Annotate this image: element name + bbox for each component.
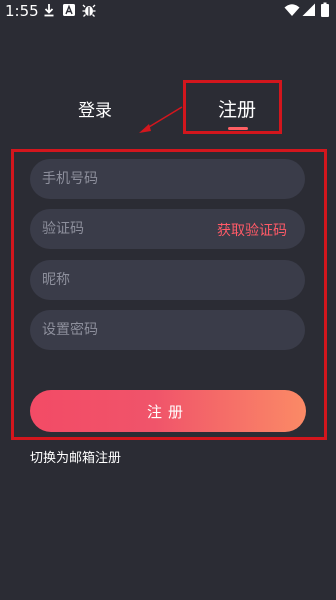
verification-code-input[interactable] — [42, 209, 212, 249]
tab-login[interactable]: 登录 — [78, 96, 112, 121]
switch-to-email-link[interactable]: 切换为邮箱注册 — [30, 447, 121, 466]
nickname-field — [30, 260, 305, 300]
phone-input[interactable] — [42, 159, 212, 199]
get-code-button[interactable]: 获取验证码 — [217, 220, 287, 240]
wifi-icon — [284, 4, 300, 16]
register-screen: 1:55 登录 注册 手机号码 验证码 获取验证码 昵称 注册 切换为邮箱注册 — [0, 0, 336, 600]
register-submit-button[interactable]: 注册 — [30, 390, 306, 432]
annotation-arrow — [139, 106, 183, 133]
status-time: 1:55 — [5, 2, 39, 20]
signal-icon — [302, 3, 315, 16]
password-input[interactable] — [42, 310, 212, 350]
bug-app-icon — [82, 4, 96, 17]
phone-field — [30, 159, 305, 199]
nickname-input[interactable] — [42, 260, 212, 300]
code-field: 获取验证码 — [30, 209, 305, 249]
battery-icon — [321, 2, 329, 17]
app-a-icon — [63, 4, 75, 16]
download-icon — [44, 4, 54, 17]
annotation-box-register-tab — [183, 80, 282, 134]
status-bar: 1:55 — [0, 0, 336, 24]
password-field — [30, 310, 305, 350]
